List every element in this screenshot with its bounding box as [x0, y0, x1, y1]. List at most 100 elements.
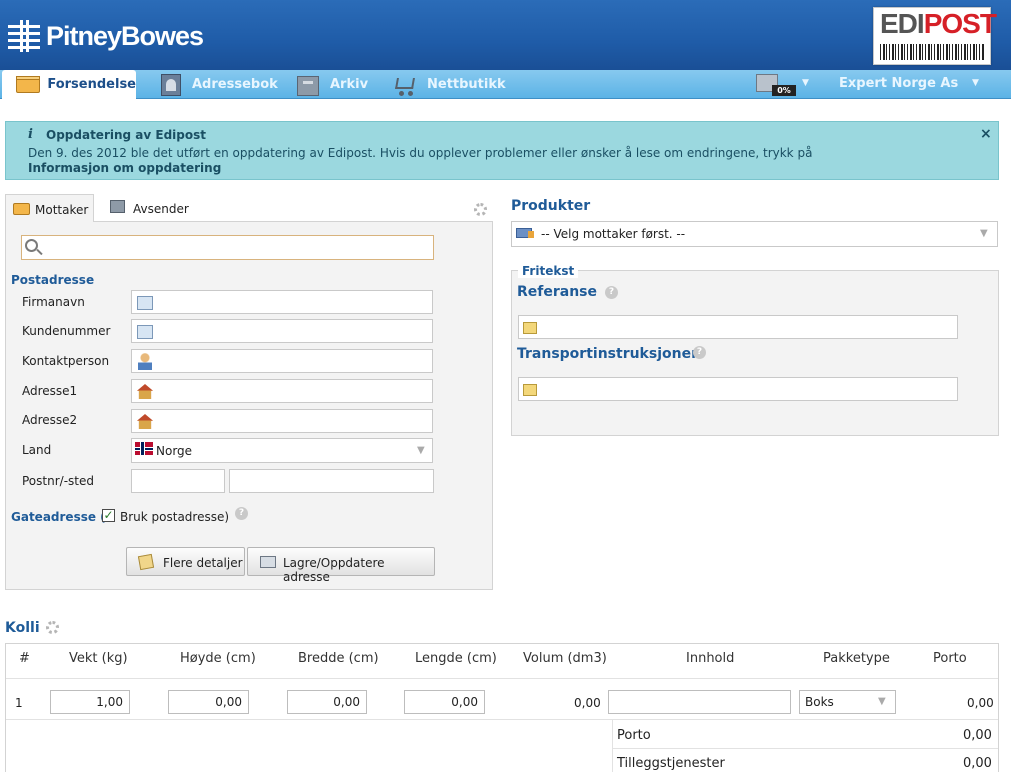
tab-forsendelse-label: Forsendelse — [47, 77, 136, 92]
gateadresse-heading: Gateadresse ( — [11, 510, 106, 524]
edipost-logo-part-2: POST — [923, 8, 997, 39]
bredde-input[interactable]: 0,00 — [287, 690, 367, 714]
search-input[interactable] — [21, 235, 434, 260]
produkt-placeholder: -- Velg mottaker først. -- — [541, 227, 686, 241]
tab-arkiv[interactable]: Arkiv — [296, 70, 368, 99]
edipost-logo-part-1: EDI — [880, 8, 925, 39]
tab-adressebok-label: Adressebok — [192, 77, 278, 92]
company-name[interactable]: Expert Norge As — [839, 76, 958, 91]
field-label-adresse2: Adresse2 — [22, 413, 78, 427]
tab-forsendelse[interactable]: Forsendelse — [2, 70, 136, 99]
notice-link[interactable]: Informasjon om oppdatering — [28, 161, 221, 175]
vekt-input[interactable]: 1,00 — [50, 690, 130, 714]
referanse-heading: Referanse — [517, 284, 598, 300]
col-header-vekt: Vekt (kg) — [69, 651, 128, 666]
package-icon — [13, 203, 30, 215]
porto-value: 0,00 — [967, 696, 994, 710]
tab-nettbutikk-label: Nettbutikk — [427, 77, 506, 92]
col-header-nr: # — [19, 651, 30, 666]
lengde-input[interactable]: 0,00 — [404, 690, 485, 714]
house-icon — [137, 414, 153, 429]
field-label-firmanavn: Firmanavn — [22, 295, 85, 309]
house-icon — [137, 384, 153, 399]
kundenummer-field[interactable] — [131, 319, 433, 343]
dropdown-arrow-icon: ▼ — [417, 445, 425, 456]
edit-icon — [137, 553, 155, 571]
use-post-label: Bruk postadresse) — [120, 510, 230, 524]
update-notice: i Oppdatering av Edipost Den 9. des 2012… — [5, 121, 999, 180]
dropdown-arrow-icon: ▼ — [878, 696, 886, 707]
package-icon — [16, 73, 40, 97]
address-book-icon — [158, 73, 182, 97]
field-label-kundenummer: Kundenummer — [22, 324, 111, 338]
tab-nettbutikk[interactable]: Nettbutikk — [393, 70, 506, 99]
totals-divider — [613, 748, 998, 749]
kolli-heading: Kolli — [5, 620, 40, 636]
help-icon[interactable]: ? — [235, 507, 248, 520]
poststed-field[interactable] — [229, 469, 434, 493]
tab-avsender[interactable]: Avsender — [103, 194, 213, 222]
id-card-icon — [137, 296, 153, 310]
notice-body: Den 9. des 2012 ble det utført en oppdat… — [28, 146, 812, 176]
printer-dropdown-icon[interactable]: ▼ — [802, 78, 809, 88]
col-header-porto: Porto — [933, 651, 967, 666]
referanse-field[interactable] — [518, 315, 958, 339]
firmanavn-field[interactable] — [131, 290, 433, 314]
help-icon[interactable]: ? — [693, 346, 706, 359]
transport-field[interactable] — [518, 377, 958, 401]
col-header-innhold: Innhold — [686, 651, 735, 666]
col-header-hoyde: Høyde (cm) — [180, 651, 256, 666]
land-value: Norge — [156, 444, 193, 458]
app-header: PitneyBowes EDIPOST — [0, 0, 1011, 70]
printer-status[interactable]: 0% — [756, 72, 798, 97]
main-nav: Forsendelse Adressebok Arkiv Nettbutikk … — [0, 70, 1011, 99]
total-label-porto: Porto — [617, 728, 651, 743]
archive-icon — [296, 73, 320, 97]
note-icon — [523, 384, 537, 396]
truck-icon-cab — [528, 231, 534, 238]
land-select[interactable]: Norge ▼ — [131, 438, 433, 463]
notice-body-text: Den 9. des 2012 ble det utført en oppdat… — [28, 146, 813, 160]
innhold-input[interactable] — [608, 690, 791, 714]
pitney-bowes-logo-icon — [8, 20, 40, 52]
settings-gear-icon[interactable] — [46, 621, 59, 634]
pakketype-select[interactable]: Boks ▼ — [799, 690, 896, 714]
use-post-checkbox[interactable]: ✓ — [102, 509, 115, 522]
flere-detaljer-label: Flere detaljer — [163, 556, 243, 570]
settings-gear-icon[interactable] — [474, 203, 487, 216]
adresse1-field[interactable] — [131, 379, 433, 403]
company-dropdown-icon[interactable]: ▼ — [972, 78, 979, 88]
flere-detaljer-button[interactable]: Flere detaljer — [126, 547, 245, 576]
dropdown-arrow-icon: ▼ — [980, 228, 988, 239]
tab-arkiv-label: Arkiv — [330, 77, 369, 92]
info-icon: i — [28, 127, 33, 142]
notice-title: Oppdatering av Edipost — [46, 128, 206, 142]
pitney-bowes-logo: PitneyBowes — [8, 20, 204, 52]
help-icon[interactable]: ? — [605, 286, 618, 299]
hoyde-input[interactable]: 0,00 — [168, 690, 249, 714]
col-header-pakketype: Pakketype — [823, 651, 890, 666]
field-label-land: Land — [22, 443, 52, 457]
shopping-cart-icon — [393, 73, 417, 97]
tab-mottaker[interactable]: Mottaker — [5, 194, 94, 222]
tab-mottaker-label: Mottaker — [35, 203, 89, 217]
id-card-icon — [137, 325, 153, 339]
field-label-kontaktperson: Kontaktperson — [22, 354, 110, 368]
barcode-icon — [880, 44, 984, 60]
tab-adressebok[interactable]: Adressebok — [158, 70, 278, 99]
save-address-label: Lagre/Oppdatere adresse — [283, 556, 385, 584]
col-header-lengde: Lengde (cm) — [415, 651, 497, 666]
transport-heading: Transportinstruksjoner — [517, 346, 698, 362]
field-label-postnr: Postnr/-sted — [22, 474, 94, 488]
brand-name: PitneyBowes — [46, 20, 204, 51]
adresse2-field[interactable] — [131, 409, 433, 433]
save-address-button[interactable]: Lagre/Oppdatere adresse — [247, 547, 435, 584]
table-divider — [6, 678, 998, 679]
postadresse-heading: Postadresse — [11, 273, 95, 287]
postnr-field[interactable] — [131, 469, 225, 493]
field-label-adresse1: Adresse1 — [22, 384, 78, 398]
volum-value: 0,00 — [574, 696, 601, 710]
kontaktperson-field[interactable] — [131, 349, 433, 373]
close-icon[interactable]: × — [980, 126, 992, 142]
produkt-select[interactable]: -- Velg mottaker først. -- ▼ — [511, 221, 998, 247]
